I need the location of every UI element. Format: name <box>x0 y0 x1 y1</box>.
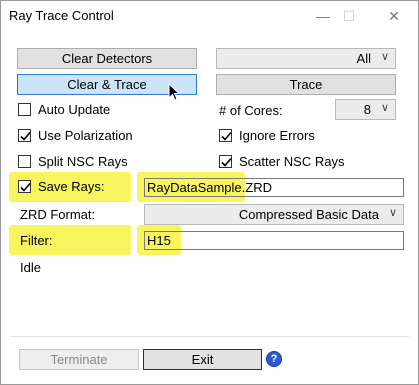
filter-label: Filter: <box>20 233 53 248</box>
save-rays-box[interactable] <box>18 180 31 193</box>
ignore-errors-label: Ignore Errors <box>239 128 315 143</box>
close-icon[interactable]: ✕ <box>379 5 409 27</box>
use-polarization-label: Use Polarization <box>38 128 133 143</box>
use-polarization-checkbox[interactable]: Use Polarization <box>18 128 178 146</box>
split-nsc-rays-label: Split NSC Rays <box>38 154 128 169</box>
status-text: Idle <box>20 260 41 275</box>
ignore-errors-box[interactable] <box>219 129 232 142</box>
zrd-format-label: ZRD Format: <box>20 207 96 222</box>
chevron-down-icon: ∨ <box>388 207 397 219</box>
split-nsc-rays-box[interactable] <box>18 155 31 168</box>
ray-trace-control-window: Ray Trace Control — ☐ ✕ Clear Detectors … <box>0 0 419 385</box>
save-rays-filename-input[interactable]: RayDataSample.ZRD <box>144 178 404 197</box>
split-nsc-rays-checkbox[interactable]: Split NSC Rays <box>18 154 178 172</box>
title-bar: Ray Trace Control — ☐ ✕ <box>1 1 418 31</box>
scatter-nsc-rays-box[interactable] <box>219 155 232 168</box>
mouse-cursor-icon <box>168 83 180 101</box>
cores-label: # of Cores: <box>219 103 283 118</box>
checkmark-icon <box>221 157 232 167</box>
checkmark-icon <box>20 182 31 192</box>
scatter-nsc-rays-label: Scatter NSC Rays <box>239 154 345 169</box>
window-title: Ray Trace Control <box>9 8 114 23</box>
help-icon[interactable]: ? <box>266 351 282 367</box>
terminate-button[interactable]: Terminate <box>19 349 139 370</box>
trace-button[interactable]: Trace <box>216 74 396 95</box>
exit-button[interactable]: Exit <box>143 349 262 370</box>
auto-update-box[interactable] <box>18 103 31 116</box>
filter-input[interactable]: H15 <box>144 231 404 250</box>
zrd-format-value: Compressed Basic Data <box>238 207 379 222</box>
detector-select[interactable]: All ∨ <box>216 48 396 69</box>
chevron-down-icon: ∨ <box>380 102 389 114</box>
cores-select[interactable]: 8 ∨ <box>335 99 396 120</box>
maximize-icon[interactable]: ☐ <box>334 5 364 27</box>
footer-divider <box>11 336 409 337</box>
clear-detectors-button[interactable]: Clear Detectors <box>17 48 197 69</box>
auto-update-label: Auto Update <box>38 102 111 117</box>
zrd-format-select[interactable]: Compressed Basic Data ∨ <box>144 204 404 225</box>
checkmark-icon <box>20 131 31 141</box>
chevron-down-icon: ∨ <box>380 51 389 63</box>
save-rays-label: Save Rays: <box>38 179 105 194</box>
scatter-nsc-rays-checkbox[interactable]: Scatter NSC Rays <box>219 154 379 172</box>
checkmark-icon <box>221 131 232 141</box>
detector-select-value: All <box>356 51 371 66</box>
save-rays-checkbox[interactable]: Save Rays: <box>18 179 128 197</box>
auto-update-checkbox[interactable]: Auto Update <box>18 102 168 120</box>
cores-select-value: 8 <box>363 102 371 117</box>
ignore-errors-checkbox[interactable]: Ignore Errors <box>219 128 379 146</box>
use-polarization-box[interactable] <box>18 129 31 142</box>
